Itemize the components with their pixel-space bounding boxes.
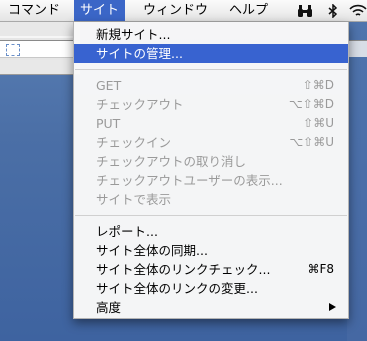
menu-item-get[interactable]: GET ⇧⌘D — [74, 76, 348, 95]
menu-item-show-checked-out-by[interactable]: チェックアウトユーザーの表示... — [74, 171, 348, 190]
menu-item-check-links-site[interactable]: サイト全体のリンクチェック... ⌘F8 — [74, 260, 348, 279]
menu-item-label: チェックアウトの取り消し — [96, 154, 247, 169]
menu-item-label: レポート... — [96, 224, 158, 239]
menu-item-new-site[interactable]: 新規サイト... — [74, 25, 348, 44]
menu-item-label: PUT — [96, 116, 121, 131]
menu-item-put[interactable]: PUT ⇧⌘U — [74, 114, 348, 133]
menu-item-locate-in-site[interactable]: サイトで表示 — [74, 190, 348, 209]
menu-help[interactable]: ヘルプ — [223, 0, 274, 21]
menu-item-advanced[interactable]: 高度 — [74, 298, 348, 317]
menu-item-label: 新規サイト... — [96, 27, 171, 42]
menu-item-synchronize-site[interactable]: サイト全体の同期... — [74, 241, 348, 260]
menu-item-change-links-site[interactable]: サイト全体のリンクの変更... — [74, 279, 348, 298]
menu-item-label: GET — [96, 78, 122, 93]
menu-item-label: サイトの管理... — [96, 46, 183, 61]
menu-item-label: サイト全体のリンクの変更... — [96, 281, 258, 296]
menu-command[interactable]: コマンド — [2, 0, 66, 21]
background-panel — [347, 22, 367, 341]
dotted-box-icon — [6, 44, 20, 56]
menu-item-undo-checkout[interactable]: チェックアウトの取り消し — [74, 152, 348, 171]
menu-item-label: チェックイン — [96, 135, 172, 150]
menu-item-label: サイト全体の同期... — [96, 243, 208, 258]
submenu-arrow-icon — [329, 303, 336, 311]
site-menu-dropdown: 新規サイト... サイトの管理... GET ⇧⌘D チェックアウト ⌥⇧⌘D … — [73, 22, 349, 319]
menu-separator — [75, 69, 347, 70]
menu-item-label: チェックアウト — [96, 97, 184, 112]
menu-item-shortcut: ⇧⌘D — [302, 78, 334, 92]
menu-item-label: 高度 — [96, 300, 122, 315]
menu-item-shortcut: ⌥⇧⌘D — [288, 97, 334, 111]
menu-bar: コマンド サイト ウィンドウ ヘルプ — [0, 0, 367, 22]
menu-item-label: チェックアウトユーザーの表示... — [96, 173, 283, 188]
menu-item-checkout[interactable]: チェックアウト ⌥⇧⌘D — [74, 95, 348, 114]
menu-item-shortcut: ⇧⌘U — [303, 116, 334, 130]
menu-site[interactable]: サイト — [74, 0, 126, 21]
menu-item-shortcut: ⌥⇧⌘U — [289, 135, 334, 149]
menu-item-label: サイト全体のリンクチェック... — [96, 262, 271, 277]
menu-item-checkin[interactable]: チェックイン ⌥⇧⌘U — [74, 133, 348, 152]
wifi-icon[interactable] — [349, 2, 367, 20]
background-window — [0, 22, 80, 75]
panel-field — [347, 40, 367, 57]
bluetooth-icon[interactable] — [326, 2, 340, 20]
menu-item-label: サイトで表示 — [96, 192, 172, 207]
menu-window[interactable]: ウィンドウ — [137, 0, 214, 21]
menu-separator — [75, 215, 347, 216]
binoculars-icon[interactable] — [296, 2, 314, 20]
menu-item-reports[interactable]: レポート... — [74, 222, 348, 241]
menu-item-manage-sites[interactable]: サイトの管理... — [74, 44, 348, 63]
menu-item-shortcut: ⌘F8 — [307, 262, 334, 276]
